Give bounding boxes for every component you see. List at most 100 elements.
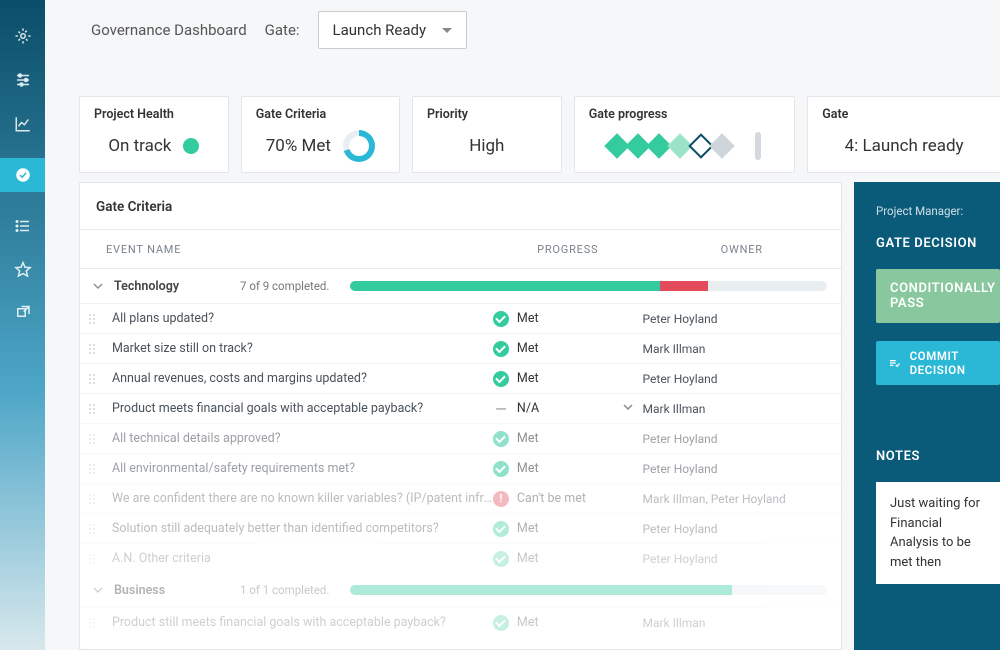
table-row[interactable]: Solution still adequately better than id…	[80, 513, 841, 543]
criteria-owner: Peter Hoyland	[643, 312, 841, 326]
nav-star-icon[interactable]	[13, 260, 33, 280]
table-row[interactable]: We are confident there are no known kill…	[80, 483, 841, 513]
card-label: Gate Criteria	[256, 107, 385, 122]
criteria-owner: Peter Hoyland	[643, 522, 841, 536]
criteria-owner: Mark Illman, Peter Hoyland	[643, 492, 841, 506]
criteria-progress[interactable]: Met	[493, 615, 643, 631]
nav-gear-icon[interactable]	[13, 26, 33, 46]
criteria-progress[interactable]: Met	[493, 521, 643, 537]
group-row[interactable]: Business1 of 1 completed.	[80, 573, 841, 607]
drag-handle-icon[interactable]	[80, 553, 104, 565]
nav-list-icon[interactable]	[13, 216, 33, 236]
criteria-progress[interactable]: Met	[493, 551, 643, 567]
status-text: Met	[517, 371, 539, 386]
criteria-name: Solution still adequately better than id…	[104, 521, 493, 536]
criteria-name: All technical details approved?	[104, 431, 493, 446]
group-name: Technology	[108, 279, 240, 294]
gate-decision-heading: GATE DECISION	[876, 236, 1000, 251]
table-row[interactable]: Annual revenues, costs and margins updat…	[80, 363, 841, 393]
chevron-down-icon[interactable]	[88, 585, 108, 595]
status-met-icon	[493, 341, 509, 357]
nav-check-icon[interactable]	[0, 158, 45, 192]
chevron-down-icon[interactable]	[623, 401, 633, 416]
gate-select[interactable]: Launch Ready	[318, 11, 468, 49]
status-text: Met	[517, 521, 539, 536]
card-label: Gate	[822, 107, 986, 122]
status-text: Met	[517, 551, 539, 566]
drag-handle-icon[interactable]	[80, 343, 104, 355]
page-header: Governance Dashboard Gate: Launch Ready	[45, 0, 1000, 60]
status-met-icon	[493, 311, 509, 327]
status-na-icon: —	[493, 401, 509, 417]
criteria-name: Annual revenues, costs and margins updat…	[104, 371, 493, 386]
table-row[interactable]: Product meets financial goals with accep…	[80, 393, 841, 423]
card-gate: Gate 4: Launch ready	[807, 96, 1000, 173]
drag-handle-icon[interactable]	[80, 313, 104, 325]
criteria-owner: Peter Hoyland	[643, 462, 841, 476]
page-title: Governance Dashboard	[91, 21, 247, 39]
criteria-name: A.N. Other criteria	[104, 551, 493, 566]
chevron-down-icon[interactable]	[88, 281, 108, 291]
criteria-progress[interactable]: Met	[493, 341, 643, 357]
commit-decision-button[interactable]: COMMIT DECISION	[876, 341, 1000, 385]
project-manager-label: Project Manager:	[876, 204, 1000, 218]
status-met-icon	[493, 615, 509, 631]
col-event-name: EVENT NAME	[80, 243, 493, 256]
table-row[interactable]: All plans updated? Met Peter Hoyland	[80, 303, 841, 333]
status-met-icon	[493, 551, 509, 567]
card-gate-criteria: Gate Criteria 70% Met	[241, 96, 400, 173]
table-row[interactable]: Market size still on track?MetMark Illma…	[80, 333, 841, 363]
scroll-indicator-icon	[755, 132, 761, 160]
col-owner: OWNER	[643, 243, 841, 256]
status-text: Met	[517, 431, 539, 446]
criteria-name: All plans updated?	[104, 311, 493, 326]
criteria-progress[interactable]: Met	[493, 461, 643, 477]
drag-handle-icon[interactable]	[80, 493, 104, 505]
criteria-donut-icon	[343, 130, 375, 162]
nav-sliders-icon[interactable]	[13, 70, 33, 90]
card-label: Priority	[427, 107, 547, 122]
notes-textarea[interactable]: Just waiting for Financial Analysis to b…	[876, 482, 1000, 584]
status-met-icon	[493, 371, 509, 387]
drag-handle-icon[interactable]	[80, 617, 104, 629]
criteria-owner: Mark Illman	[643, 402, 841, 416]
card-value: High	[469, 136, 504, 156]
table-row[interactable]: Product still meets financial goals with…	[80, 607, 841, 637]
left-nav-rail	[0, 0, 45, 650]
diamond-icon	[709, 133, 734, 158]
criteria-progress[interactable]: Met	[493, 311, 643, 327]
criteria-owner: Peter Hoyland	[643, 552, 841, 566]
criteria-progress[interactable]: Met	[493, 431, 643, 447]
table-header: EVENT NAME PROGRESS OWNER	[80, 229, 841, 269]
criteria-progress[interactable]: !Can't be met	[493, 491, 643, 507]
nav-export-icon[interactable]	[13, 304, 33, 324]
commit-button-label: COMMIT DECISION	[910, 349, 988, 377]
drag-handle-icon[interactable]	[80, 433, 104, 445]
criteria-progress[interactable]: —N/A	[493, 401, 643, 417]
col-progress: PROGRESS	[493, 243, 643, 256]
health-dot-icon	[183, 138, 199, 154]
drag-handle-icon[interactable]	[80, 403, 104, 415]
nav-chart-icon[interactable]	[13, 114, 33, 134]
drag-handle-icon[interactable]	[80, 523, 104, 535]
metric-cards-row: Project Health On track Gate Criteria 70…	[79, 96, 1000, 173]
card-priority: Priority High	[412, 96, 562, 173]
criteria-owner: Peter Hoyland	[643, 432, 841, 446]
group-count: 7 of 9 completed.	[240, 279, 329, 293]
status-met-icon	[493, 431, 509, 447]
panel-title: Gate Criteria	[80, 183, 841, 229]
status-text: Met	[517, 615, 539, 630]
card-value: 70% Met	[266, 136, 331, 156]
group-row[interactable]: Technology7 of 9 completed.	[80, 269, 841, 303]
table-row[interactable]: All environmental/safety requirements me…	[80, 453, 841, 483]
drag-handle-icon[interactable]	[80, 373, 104, 385]
status-text: Can't be met	[517, 491, 586, 506]
decision-side-panel: Project Manager: GATE DECISION CONDITION…	[854, 182, 1000, 650]
drag-handle-icon[interactable]	[80, 463, 104, 475]
status-text: Met	[517, 311, 539, 326]
table-row[interactable]: A.N. Other criteria Met Peter Hoyland	[80, 543, 841, 573]
criteria-progress[interactable]: Met	[493, 371, 643, 387]
criteria-name: Product still meets financial goals with…	[104, 615, 493, 630]
card-gate-progress: Gate progress	[574, 96, 796, 173]
table-row[interactable]: All technical details approved? Met Peter …	[80, 423, 841, 453]
